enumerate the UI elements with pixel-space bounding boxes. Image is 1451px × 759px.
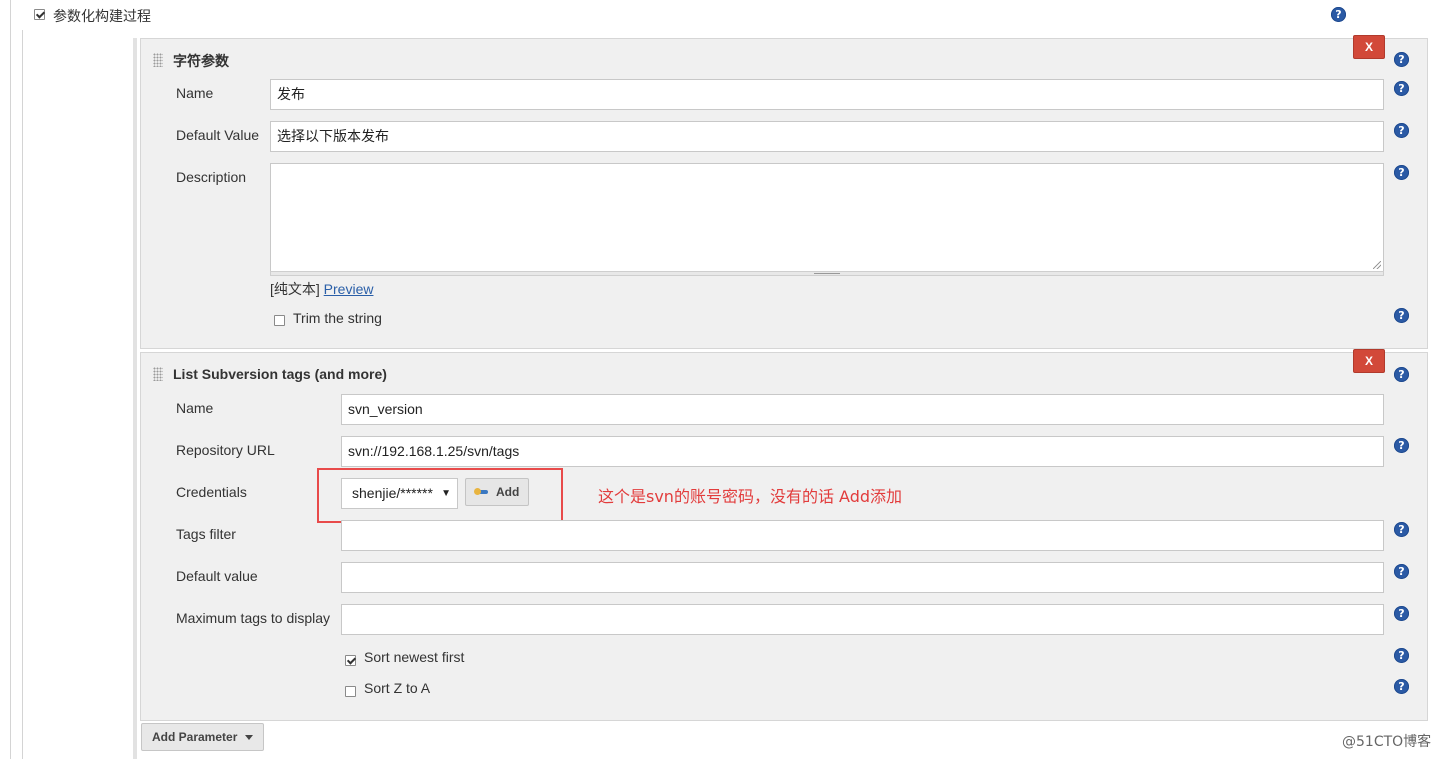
textarea-resize-bar[interactable] [270, 271, 1384, 276]
max-tags-input[interactable] [341, 604, 1384, 635]
string-parameter-title: 字符参数 [173, 53, 229, 69]
svn-name-input[interactable]: svn_version [341, 394, 1384, 425]
resize-bar-grip-icon [814, 273, 840, 275]
drag-handle-icon[interactable] [153, 53, 163, 67]
annotation-note: 这个是svn的账号密码，没有的话 Add添加 [598, 487, 903, 506]
sort-newest-label: Sort newest first [364, 649, 465, 665]
string-default-value-label: Default Value [176, 127, 260, 143]
svn-parameter-title: List Subversion tags (and more) [173, 366, 387, 382]
parameterized-build-label: 参数化构建过程 [53, 8, 151, 24]
caret-down-icon [245, 735, 254, 741]
delete-string-parameter-button[interactable]: X [1353, 35, 1385, 59]
tags-filter-label: Tags filter [176, 526, 236, 542]
delete-svn-parameter-button[interactable]: X [1353, 349, 1385, 373]
add-parameter-label: Add Parameter [152, 730, 238, 744]
help-icon[interactable] [1394, 308, 1409, 323]
default-value-label: Default value [176, 568, 258, 584]
help-icon[interactable] [1394, 606, 1409, 621]
markup-format-line: [纯文本] Preview [270, 279, 373, 299]
sort-z-to-a-label: Sort Z to A [364, 680, 431, 696]
help-icon[interactable] [1394, 679, 1409, 694]
help-icon[interactable] [1394, 165, 1409, 180]
watermark: @51CTO博客 [1342, 734, 1432, 750]
credentials-label: Credentials [176, 484, 247, 500]
help-icon[interactable] [1394, 564, 1409, 579]
sort-newest-checkbox[interactable] [345, 655, 356, 666]
add-parameter-button[interactable]: Add Parameter [141, 723, 265, 751]
help-icon[interactable] [1394, 522, 1409, 537]
trim-string-checkbox[interactable] [274, 315, 285, 326]
max-tags-label: Maximum tags to display [176, 610, 331, 626]
repository-url-input[interactable]: svn://192.168.1.25/svn/tags [341, 436, 1384, 467]
plain-text-label: [纯文本] [270, 281, 320, 297]
help-icon[interactable] [1394, 123, 1409, 138]
svn-name-label: Name [176, 400, 214, 416]
resize-grip-icon[interactable] [1373, 261, 1381, 269]
drag-handle-icon[interactable] [153, 367, 163, 381]
help-icon[interactable] [1394, 81, 1409, 96]
string-default-value-input[interactable]: 选择以下版本发布 [270, 121, 1384, 152]
annotation-highlight-box [317, 468, 563, 523]
repository-url-label: Repository URL [176, 442, 275, 458]
parameterized-build-checkbox[interactable] [34, 9, 45, 20]
help-icon[interactable] [1394, 52, 1409, 67]
default-value-input[interactable] [341, 562, 1384, 593]
string-description-textarea[interactable] [270, 163, 1384, 272]
trim-string-label: Trim the string [293, 310, 382, 326]
string-name-label: Name [176, 85, 214, 101]
help-icon[interactable] [1394, 367, 1409, 382]
sort-z-to-a-checkbox[interactable] [345, 686, 356, 697]
preview-link[interactable]: Preview [324, 281, 374, 297]
parameterized-build-row [22, 0, 1451, 30]
string-description-label: Description [176, 169, 247, 185]
page-left-border [10, 0, 11, 759]
page-inner-border [22, 0, 23, 759]
description-text [271, 164, 1383, 172]
tags-filter-input[interactable] [341, 520, 1384, 551]
help-icon[interactable] [1394, 438, 1409, 453]
nested-indent-bar [133, 38, 137, 759]
string-name-input[interactable]: 发布 [270, 79, 1384, 110]
help-icon[interactable] [1331, 7, 1346, 22]
help-icon[interactable] [1394, 648, 1409, 663]
